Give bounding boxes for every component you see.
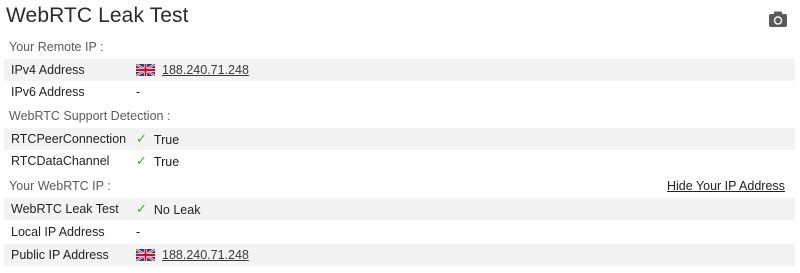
ipv6-label: IPv6 Address: [11, 85, 85, 99]
leak-test-value: No Leak: [153, 202, 201, 217]
rtc-channel-value-group: ✓ True: [136, 154, 179, 169]
public-ip-label: Public IP Address: [11, 248, 109, 262]
check-icon: ✓: [136, 202, 147, 217]
leak-test-row: WebRTC Leak Test ✓ No Leak: [4, 198, 795, 220]
ipv4-row: IPv4 Address 188.240.71.248: [4, 59, 795, 81]
hide-ip-link[interactable]: Hide Your IP Address: [667, 179, 785, 193]
leak-test-label: WebRTC Leak Test: [11, 202, 119, 216]
local-ip-value: -: [136, 225, 141, 239]
ipv6-row: IPv6 Address -: [4, 81, 795, 103]
rtc-channel-value: True: [153, 154, 180, 169]
rtc-channel-label: RTCDataChannel: [11, 154, 110, 168]
uk-flag-icon: [136, 249, 155, 261]
local-ip-label: Local IP Address: [11, 225, 105, 239]
public-ip-address-link[interactable]: 188.240.71.248: [162, 248, 249, 262]
check-icon: ✓: [136, 132, 147, 147]
uk-flag-icon: [136, 64, 155, 76]
rtc-peer-row: RTCPeerConnection ✓ True: [4, 128, 795, 150]
leak-test-value-group: ✓ No Leak: [136, 202, 200, 217]
public-ip-value-group: 188.240.71.248: [136, 248, 249, 262]
rtc-peer-value-group: ✓ True: [136, 132, 179, 147]
ipv4-address-link[interactable]: 188.240.71.248: [162, 63, 249, 77]
ipv4-label: IPv4 Address: [11, 63, 85, 77]
ipv4-value-group: 188.240.71.248: [136, 63, 249, 77]
remote-ip-heading: Your Remote IP :: [9, 40, 104, 54]
rtc-peer-label: RTCPeerConnection: [11, 132, 127, 146]
webrtc-support-heading: WebRTC Support Detection :: [9, 109, 171, 123]
ipv6-value: -: [136, 85, 141, 99]
rtc-peer-value: True: [153, 132, 180, 147]
webrtc-ip-heading: Your WebRTC IP :: [9, 179, 111, 193]
local-ip-row: Local IP Address -: [4, 221, 795, 243]
rtc-channel-row: RTCDataChannel ✓ True: [4, 150, 795, 172]
page-title: WebRTC Leak Test: [6, 4, 189, 27]
public-ip-row: Public IP Address 188.240.71.248: [4, 244, 795, 266]
camera-icon[interactable]: [768, 10, 788, 28]
check-icon: ✓: [136, 154, 147, 169]
